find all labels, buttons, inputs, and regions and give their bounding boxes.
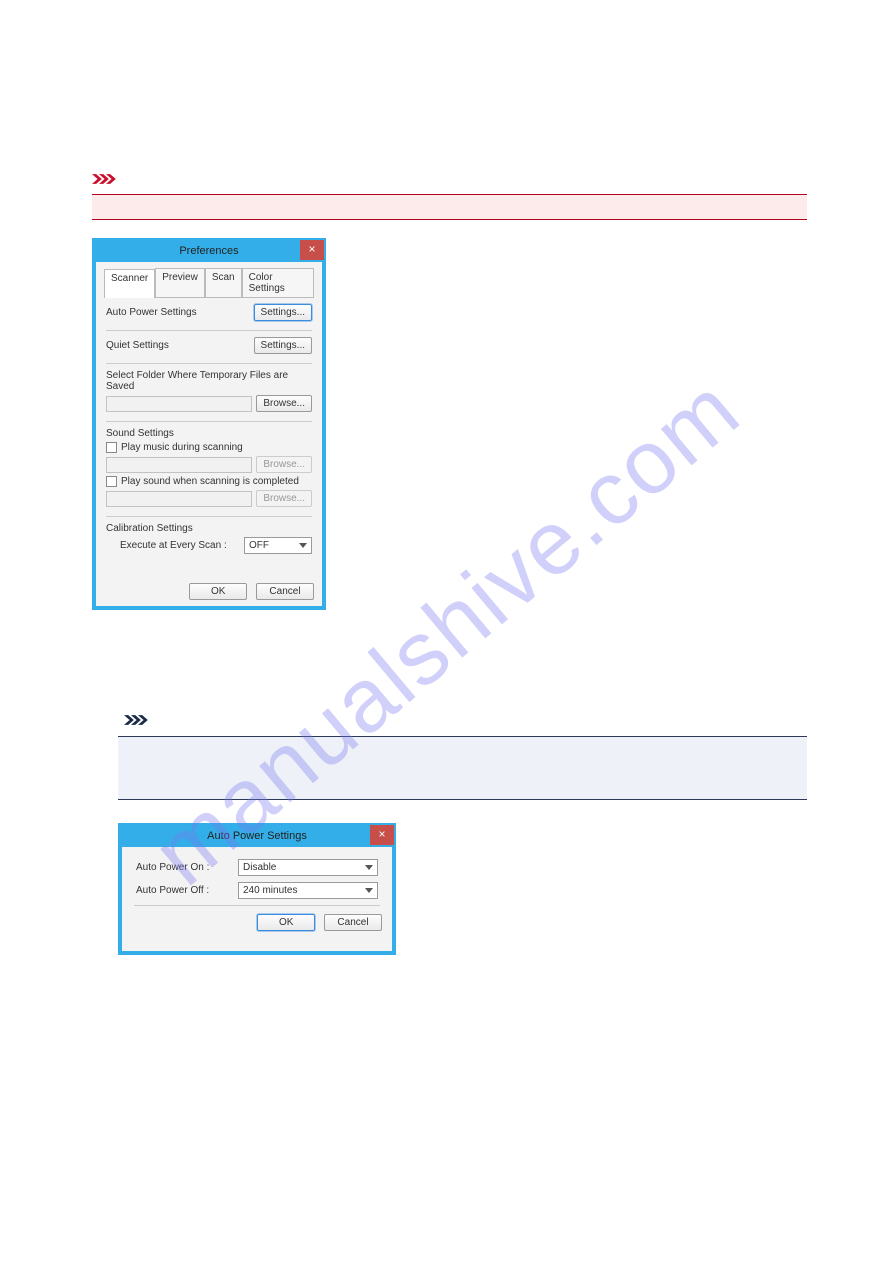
play-sound-checkbox[interactable] [106, 476, 117, 487]
quiet-settings-label: Quiet Settings [106, 340, 169, 351]
auto-power-ok-button[interactable]: OK [257, 914, 315, 931]
auto-power-off-select[interactable]: 240 minutes [238, 882, 378, 899]
auto-power-on-label: Auto Power On : [136, 862, 238, 873]
auto-power-titlebar: Auto Power Settings × [122, 827, 392, 847]
quiet-settings-button[interactable]: Settings... [254, 337, 312, 354]
play-sound-browse-button[interactable]: Browse... [256, 490, 312, 507]
temp-folder-label: Select Folder Where Temporary Files are … [106, 370, 312, 392]
preferences-cancel-button[interactable]: Cancel [256, 583, 314, 600]
play-music-checkbox[interactable] [106, 442, 117, 453]
preferences-titlebar: Preferences × [96, 242, 322, 262]
tab-preview[interactable]: Preview [155, 268, 205, 297]
close-icon[interactable]: × [370, 825, 394, 845]
tab-scan[interactable]: Scan [205, 268, 242, 297]
preferences-title: Preferences [179, 242, 238, 260]
play-music-path-input[interactable] [106, 457, 252, 473]
calibration-settings-label: Calibration Settings [106, 523, 312, 534]
temp-folder-input[interactable] [106, 396, 252, 412]
preferences-ok-button[interactable]: OK [189, 583, 247, 600]
chevron-red-icon [92, 172, 120, 186]
temp-folder-browse-button[interactable]: Browse... [256, 395, 312, 412]
auto-power-off-label: Auto Power Off : [136, 885, 238, 896]
preferences-footer: OK Cancel [96, 577, 322, 606]
auto-power-body: Auto Power On : Disable Auto Power Off :… [122, 847, 392, 937]
play-sound-label: Play sound when scanning is completed [121, 476, 299, 487]
note-banner-red [92, 194, 807, 220]
auto-power-dialog: Auto Power Settings × Auto Power On : Di… [118, 823, 396, 955]
auto-power-settings-button[interactable]: Settings... [254, 304, 312, 321]
execute-every-scan-select[interactable]: OFF [244, 537, 312, 554]
play-music-label: Play music during scanning [121, 442, 243, 453]
play-music-browse-button[interactable]: Browse... [256, 456, 312, 473]
sound-settings-label: Sound Settings [106, 428, 312, 439]
auto-power-title: Auto Power Settings [207, 827, 307, 845]
auto-power-settings-label: Auto Power Settings [106, 307, 197, 318]
chevron-blue-icon [124, 713, 152, 727]
tab-scanner[interactable]: Scanner [104, 269, 155, 298]
close-icon[interactable]: × [300, 240, 324, 260]
auto-power-cancel-button[interactable]: Cancel [324, 914, 382, 931]
tab-color-settings[interactable]: Color Settings [242, 268, 314, 297]
execute-every-scan-label: Execute at Every Scan : [106, 540, 227, 551]
auto-power-on-select[interactable]: Disable [238, 859, 378, 876]
preferences-dialog: Preferences × Scanner Preview Scan Color… [92, 238, 326, 610]
play-sound-path-input[interactable] [106, 491, 252, 507]
preferences-tabs: Scanner Preview Scan Color Settings [104, 268, 314, 298]
note-banner-blue [118, 736, 807, 800]
